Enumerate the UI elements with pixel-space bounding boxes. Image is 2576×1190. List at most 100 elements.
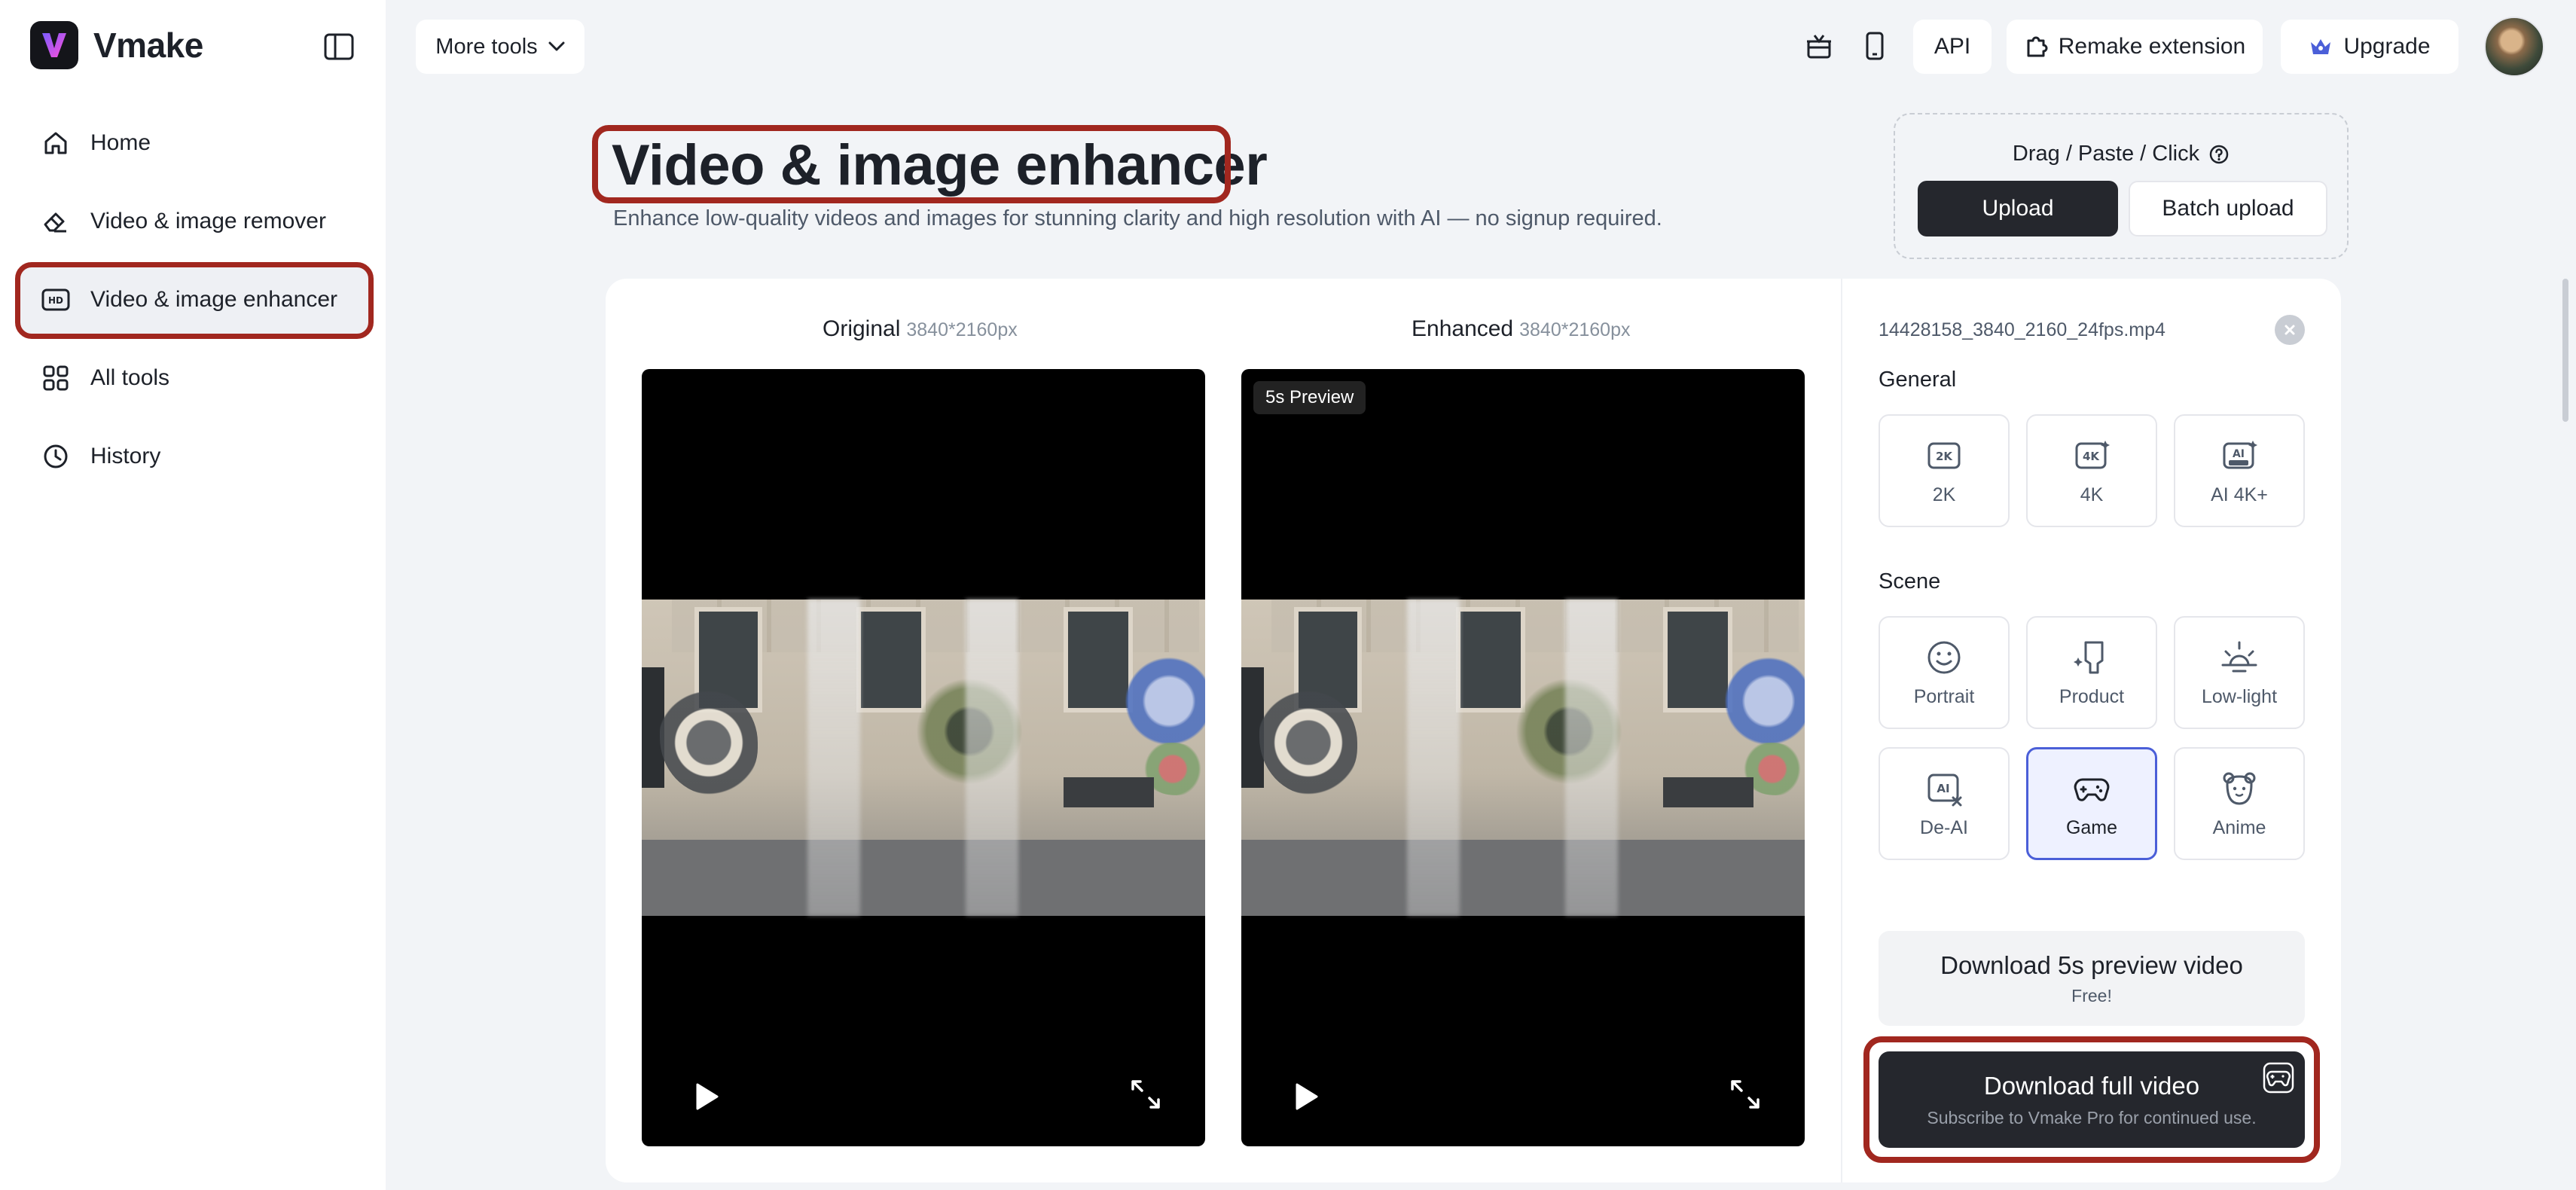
api-button[interactable]: API [1913,20,1992,74]
svg-text:AI: AI [2233,448,2245,460]
eraser-icon [41,206,71,236]
batch-upload-button[interactable]: Batch upload [2129,181,2327,236]
sidebar-item-label: Home [90,130,151,155]
crown-icon [2311,39,2331,54]
option-label: 2K [1932,484,1956,505]
option-anime[interactable]: Anime [2174,747,2305,860]
sidebar-item-remover[interactable]: Video & image remover [18,185,372,258]
option-2k[interactable]: 2K 2K [1879,414,2010,527]
sidebar-item-enhancer[interactable]: HD Video & image enhancer [18,264,372,336]
enhanced-dimensions: 3840*2160px [1519,319,1631,340]
brand-name: Vmake [93,26,203,65]
hd-icon: HD [41,285,71,315]
gift-icon[interactable] [1802,29,1836,63]
option-portrait[interactable]: Portrait [1879,616,2010,729]
svg-text:2K: 2K [1936,450,1953,463]
play-icon[interactable] [688,1080,722,1113]
brand[interactable]: Vmake [30,21,203,69]
option-product[interactable]: Product [2026,616,2157,729]
upgrade-label: Upgrade [2343,34,2431,59]
2k-icon: 2K [1927,442,1961,468]
option-4k[interactable]: 4K 4K [2026,414,2157,527]
download-preview-button[interactable]: Download 5s preview video Free! [1879,931,2305,1026]
option-game[interactable]: Game [2026,747,2157,860]
sidebar-nav: Home Video & image remover HD Video & im… [18,107,372,499]
home-icon [41,128,71,158]
sidebar-toggle-icon[interactable] [322,32,356,62]
help-circle-icon[interactable] [2208,144,2230,165]
bear-face-icon [2223,772,2256,805]
sidebar-item-label: Video & image remover [90,209,326,233]
puzzle-icon [2027,36,2048,57]
enhanced-label: Enhanced 3840*2160px [1412,316,1631,342]
sidebar-item-label: History [90,444,161,468]
option-label: Product [2059,685,2125,707]
more-tools-dropdown[interactable]: More tools [416,20,584,74]
video-frame [642,600,1205,916]
enhanced-video-player[interactable]: 5s Preview [1241,369,1805,1146]
download-full-title: Download full video [1983,1071,2200,1100]
vmake-logo-icon [30,21,78,69]
gamepad-icon [2074,778,2110,801]
product-bottle-icon [2074,641,2104,673]
page-title: Video & image enhancer [612,133,1268,197]
fullscreen-icon[interactable] [1729,1079,1761,1110]
clock-icon [41,441,71,471]
download-full-sub: Subscribe to Vmake Pro for continued use… [1927,1107,2257,1127]
close-file-button[interactable] [2275,315,2305,345]
user-avatar[interactable] [2484,17,2544,77]
download-full-button[interactable]: Download full video Subscribe to Vmake P… [1879,1051,2305,1148]
de-ai-icon: AI [1927,774,1962,806]
original-video-player[interactable] [642,369,1205,1146]
upload-button[interactable]: Upload [1918,181,2118,236]
option-label: Low-light [2201,685,2278,707]
option-label: De-AI [1920,816,1968,838]
sunrise-icon [2221,641,2257,672]
video-frame [1241,600,1805,916]
mobile-icon[interactable] [1857,29,1892,63]
play-icon[interactable] [1288,1080,1321,1113]
preview-badge: 5s Preview [1253,381,1366,414]
general-section-label: General [1879,368,1957,392]
original-dimensions: 3840*2160px [906,319,1018,340]
4k-icon: 4K [2075,440,2110,468]
sidebar-item-label: Video & image enhancer [90,287,338,312]
option-label: 4K [2080,484,2104,505]
original-label: Original 3840*2160px [823,316,1018,342]
option-label: Game [2065,816,2118,838]
upload-dropzone[interactable]: Drag / Paste / Click Upload Batch upload [1894,113,2349,259]
original-title: Original [823,316,901,341]
grid-icon [41,363,71,393]
option-low-light[interactable]: Low-light [2174,616,2305,729]
chevron-down-icon [548,41,565,51]
fullscreen-icon[interactable] [1130,1079,1161,1110]
enhancer-card: Original 3840*2160px Enhanced 3840*2160px [606,279,2341,1182]
close-icon [2285,325,2295,335]
svg-text:HD: HD [48,295,63,306]
upgrade-button[interactable]: Upgrade [2281,20,2458,74]
remake-extension-button[interactable]: Remake extension [2007,20,2263,74]
option-label: AI 4K+ [2211,484,2268,505]
svg-text:4K: 4K [2083,450,2100,463]
option-ai-4k-plus[interactable]: AI AI 4K+ [2174,414,2305,527]
option-de-ai[interactable]: AI De-AI [1879,747,2010,860]
download-preview-sub: Free! [2071,985,2112,1005]
sidebar-item-history[interactable]: History [18,420,372,493]
panel-divider [1841,279,1842,1182]
remake-extension-label: Remake extension [2058,34,2246,59]
file-name: 14428158_3840_2160_24fps.mp4 [1879,319,2165,340]
sidebar-item-home[interactable]: Home [18,107,372,179]
ai-ultra-icon: AI [2223,440,2257,468]
smile-face-icon [1927,641,1961,673]
sidebar-item-all-tools[interactable]: All tools [18,342,372,414]
enhanced-title: Enhanced [1412,316,1514,341]
page-scrollbar[interactable] [2562,279,2568,422]
svg-text:AI: AI [1937,782,1949,795]
page-subtitle: Enhance low-quality videos and images fo… [613,206,1662,230]
scene-section-label: Scene [1879,569,1941,593]
option-label: Anime [2212,816,2266,838]
dropzone-hint-text: Drag / Paste / Click [2012,142,2200,166]
gamepad-icon [2263,1062,2294,1094]
download-preview-title: Download 5s preview video [1940,950,2243,979]
sidebar: Vmake Home Video & image remover HD Vide… [0,0,386,1190]
